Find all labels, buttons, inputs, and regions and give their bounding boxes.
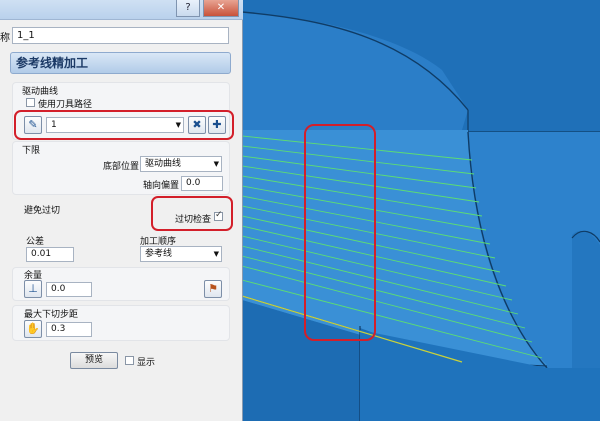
add-curve-icon[interactable]: ✚ — [208, 116, 226, 134]
tolerance-input[interactable]: 0.01 — [26, 247, 74, 262]
use-toolpath-label: 使用刀具路径 — [38, 100, 93, 110]
allowance-section — [12, 267, 230, 301]
order-select[interactable]: 参考线 ▼ — [140, 246, 222, 262]
gouge-title: 避免过切 — [24, 206, 61, 216]
curve-editor-icon[interactable]: ✎ — [24, 116, 42, 134]
bottom-position-label: 底部位置 — [103, 162, 140, 172]
chevron-down-icon: ▼ — [213, 250, 219, 258]
stepdown-icon: ✋ — [24, 320, 42, 338]
3d-viewport[interactable] — [242, 0, 600, 421]
stepdown-input[interactable]: 0.3 — [46, 322, 92, 337]
app-root: ? ✕ 称 1_1 参考线精加工 驱动曲线 使用刀具路径 ✎ 1 ▼ ✖ ✚ 下… — [0, 0, 600, 421]
gouge-check-checkbox[interactable] — [214, 210, 223, 221]
bottom-position-value: 驱动曲线 — [145, 159, 182, 169]
allowance-input[interactable]: 0.0 — [46, 282, 92, 297]
help-button[interactable]: ? — [176, 0, 200, 17]
strategy-dialog: ? ✕ 称 1_1 参考线精加工 驱动曲线 使用刀具路径 ✎ 1 ▼ ✖ ✚ 下… — [0, 0, 243, 421]
display-label: 显示 — [137, 358, 156, 368]
name-label: 称 — [0, 33, 10, 44]
component-allowance-icon[interactable]: ⚑ — [204, 280, 222, 298]
drive-curve-select[interactable]: 1 ▼ — [46, 117, 184, 133]
page-title: 参考线精加工 — [10, 52, 231, 74]
use-toolpath-checkbox[interactable] — [26, 98, 35, 107]
tolerance-label: 公差 — [26, 237, 45, 247]
axial-offset-input[interactable]: 0.0 — [181, 176, 223, 191]
pick-curve-icon[interactable]: ✖ — [188, 116, 206, 134]
preview-button[interactable]: 预览 — [70, 352, 118, 369]
axial-offset-label: 轴向偏置 — [143, 181, 180, 191]
lower-limit-title: 下限 — [22, 146, 41, 156]
dialog-titlebar: ? ✕ — [0, 0, 243, 20]
drive-curve-value: 1 — [51, 120, 57, 130]
display-checkbox[interactable] — [125, 356, 134, 365]
stepdown-title: 最大下切步距 — [24, 310, 79, 320]
close-button[interactable]: ✕ — [203, 0, 239, 17]
order-value: 参考线 — [145, 249, 173, 259]
chevron-down-icon: ▼ — [213, 160, 219, 168]
name-input[interactable]: 1_1 — [12, 27, 229, 44]
drive-curve-title: 驱动曲线 — [22, 87, 59, 97]
allowance-icon[interactable]: ⊥ — [24, 280, 42, 298]
gouge-check-label: 过切检查 — [175, 215, 212, 225]
part-model — [242, 0, 600, 421]
bottom-position-select[interactable]: 驱动曲线 ▼ — [140, 156, 222, 172]
chevron-down-icon: ▼ — [175, 121, 181, 129]
